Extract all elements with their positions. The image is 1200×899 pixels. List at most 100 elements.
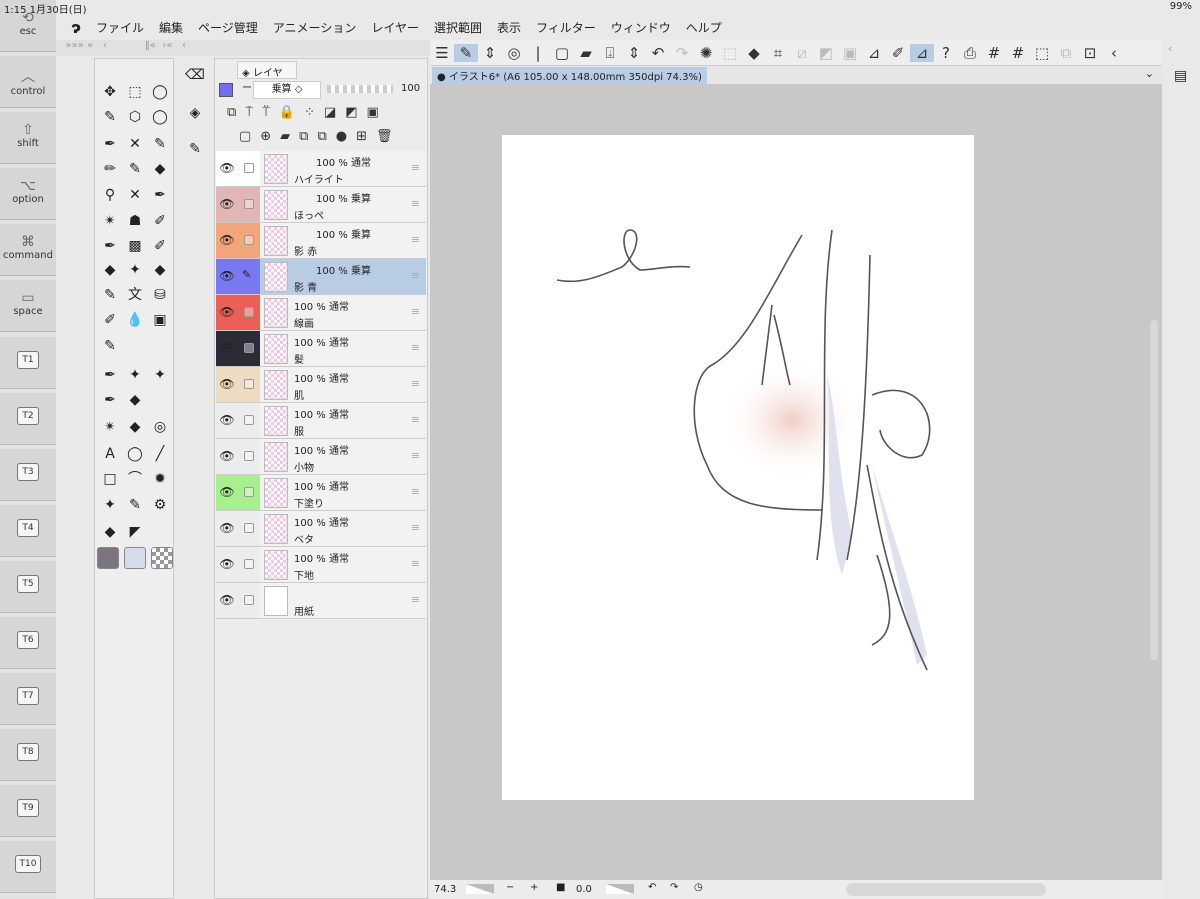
tool-icon[interactable]: ✴ xyxy=(99,416,121,438)
tool-icon[interactable]: ◆ xyxy=(99,259,121,281)
tool-icon[interactable]: ╱ xyxy=(149,443,171,465)
layer-row[interactable]: 👁 ✎ 100 % 乗算影 青 ≡ xyxy=(216,259,426,295)
eye-icon[interactable]: 👁 xyxy=(216,547,238,582)
tool-icon[interactable]: ✎ xyxy=(99,335,121,357)
rotation-slider[interactable] xyxy=(606,884,634,894)
tool-icon[interactable]: ✦ xyxy=(124,259,146,281)
undo-icon[interactable]: ↶ xyxy=(646,44,670,62)
menu-item[interactable]: ページ管理 xyxy=(198,19,258,36)
fit-icon[interactable]: ■ xyxy=(556,882,565,893)
chevron-down-icon[interactable]: ⌄ xyxy=(1145,67,1154,80)
eye-icon[interactable]: 👁 xyxy=(216,439,238,474)
tool-icon[interactable]: ◆ xyxy=(149,158,171,180)
layer-checkbox[interactable] xyxy=(238,295,260,330)
stepper-icon[interactable]: ⇕ xyxy=(478,44,502,62)
tool-icon[interactable]: ✕ xyxy=(124,184,146,206)
document-tab[interactable]: ● イラスト6* (A6 105.00 x 148.00mm 350dpi 74… xyxy=(432,67,707,84)
fill-settings-icon[interactable]: ◈ xyxy=(184,102,206,124)
drag-handle-icon[interactable]: ≡ xyxy=(411,557,420,570)
eye-icon[interactable]: 👁 xyxy=(216,151,238,186)
tool-icon[interactable]: ◯ xyxy=(124,443,146,465)
tool-icon[interactable]: ◆ xyxy=(124,416,146,438)
menu-icon[interactable]: ☰ xyxy=(430,44,454,62)
drag-handle-icon[interactable]: ≡ xyxy=(411,161,420,174)
menu-item[interactable]: 選択範囲 xyxy=(434,19,482,36)
layer-row[interactable]: 👁 100 % 通常 下塗り ≡ xyxy=(216,475,426,511)
key-t1[interactable]: T1 xyxy=(0,337,56,389)
print-icon[interactable]: ⎙ xyxy=(958,44,982,62)
transparent-swatch[interactable] xyxy=(151,547,173,569)
companion-icon[interactable]: ◎ xyxy=(502,44,526,62)
tool-icon[interactable]: ⬡ xyxy=(124,106,146,128)
snap-icon[interactable]: ⊿ xyxy=(910,43,934,62)
invert-icon[interactable]: ▣ xyxy=(838,44,862,62)
eye-icon[interactable]: 👁 xyxy=(216,295,238,330)
key-t8[interactable]: T8 xyxy=(0,729,56,781)
menu-item[interactable]: アニメーション xyxy=(273,19,357,36)
key-space[interactable]: ▭ space xyxy=(0,280,56,332)
tool-icon[interactable]: ✥ xyxy=(99,81,121,103)
menu-item[interactable]: 表示 xyxy=(497,19,521,36)
key-t2[interactable]: T2 xyxy=(0,393,56,445)
drag-handle-icon[interactable]: ≡ xyxy=(411,305,420,318)
layer-row[interactable]: 👁 100 % 乗算影 赤 ≡ xyxy=(216,223,426,259)
layer-checkbox[interactable] xyxy=(238,583,260,618)
layer-row[interactable]: 👁 100 % 通常 線画 ≡ xyxy=(216,295,426,331)
tool-icon[interactable]: ◆ xyxy=(149,259,171,281)
layer-icon[interactable]: ⧉ xyxy=(1054,44,1078,62)
menu-item[interactable]: ウィンドウ xyxy=(611,19,671,36)
drag-handle-icon[interactable]: ≡ xyxy=(411,197,420,210)
tool-icon[interactable]: ◤ xyxy=(124,521,146,543)
eye-icon[interactable]: 👁 xyxy=(216,187,238,222)
layer-row[interactable]: 👁 100 % 通常 ベタ ≡ xyxy=(216,511,426,547)
new-file-icon[interactable]: ▢ xyxy=(550,44,574,62)
layer-checkbox[interactable] xyxy=(238,223,260,258)
eye-icon[interactable]: 👁 xyxy=(216,475,238,510)
drag-handle-icon[interactable]: ≡ xyxy=(411,449,420,462)
tool-icon[interactable]: ✒ xyxy=(99,235,121,257)
tool-icon[interactable]: ⬚ xyxy=(124,81,146,103)
layer-row[interactable]: 👁 用紙 ≡ xyxy=(216,583,426,619)
save-icon[interactable]: ⍗ xyxy=(598,44,622,62)
crop-icon[interactable]: ⌗ xyxy=(766,44,790,62)
tool-icon[interactable]: ✐ xyxy=(99,309,121,331)
layer-checkbox[interactable] xyxy=(238,547,260,582)
open-icon[interactable]: ▰ xyxy=(574,44,598,62)
layer-checkbox[interactable] xyxy=(238,475,260,510)
redo-icon[interactable]: ↷ xyxy=(670,44,694,62)
zoom-slider[interactable] xyxy=(466,884,494,894)
eye-icon[interactable]: 👁 xyxy=(216,511,238,546)
layer-row[interactable]: 👁 100 % 通常服 ≡ xyxy=(216,403,426,439)
key-t6[interactable]: T6 xyxy=(0,617,56,669)
expand-icon[interactable]: ‹ xyxy=(1168,42,1172,55)
clear-icon[interactable]: ⧄ xyxy=(790,44,814,62)
blend-mode-select[interactable]: 乗算 ◇ xyxy=(253,81,321,99)
eye-icon[interactable]: 👁 xyxy=(216,583,238,618)
layer-checkbox[interactable] xyxy=(238,511,260,546)
loading-icon[interactable]: ✺ xyxy=(694,44,718,62)
layer-row[interactable]: 👁 100 % 通常髪 ≡ xyxy=(216,331,426,367)
panel-icon[interactable]: ▤ xyxy=(1174,68,1187,84)
rotate-left-icon[interactable]: ↶ xyxy=(648,882,656,893)
tool-icon[interactable]: □ xyxy=(99,468,121,490)
opacity-value[interactable]: 100 xyxy=(401,83,420,94)
app-logo-icon[interactable]: ɂ xyxy=(56,18,96,37)
tool-icon[interactable]: ▣ xyxy=(149,309,171,331)
menu-item[interactable]: フィルター xyxy=(536,19,596,36)
rotation-value[interactable]: 0.0 xyxy=(576,884,592,895)
zoom-in-icon[interactable]: + xyxy=(530,882,538,893)
tab-layer[interactable]: ◈ レイヤー xyxy=(237,61,297,94)
fill-icon[interactable]: ◆ xyxy=(742,44,766,62)
select-all-icon[interactable]: ⬚ xyxy=(1030,44,1054,62)
layer-checkbox[interactable] xyxy=(238,403,260,438)
key-t5[interactable]: T5 xyxy=(0,561,56,613)
drag-handle-icon[interactable]: ≡ xyxy=(411,413,420,426)
panel-collapse-strip[interactable]: »»» « ‹ ‖« ›« ‹ xyxy=(56,40,430,56)
tool-icon[interactable]: ✎ xyxy=(149,133,171,155)
sub-color-swatch[interactable] xyxy=(124,547,146,569)
ruler-icon[interactable]: ⊿ xyxy=(862,44,886,62)
capture-icon[interactable]: ⊡ xyxy=(1078,44,1102,62)
tool-icon[interactable]: ✐ xyxy=(149,210,171,232)
layer-action-toolbar[interactable]: ▢⊕▰⧉⧉●⊞🗑 xyxy=(239,129,401,144)
key-option[interactable]: ⌥ option xyxy=(0,168,56,220)
